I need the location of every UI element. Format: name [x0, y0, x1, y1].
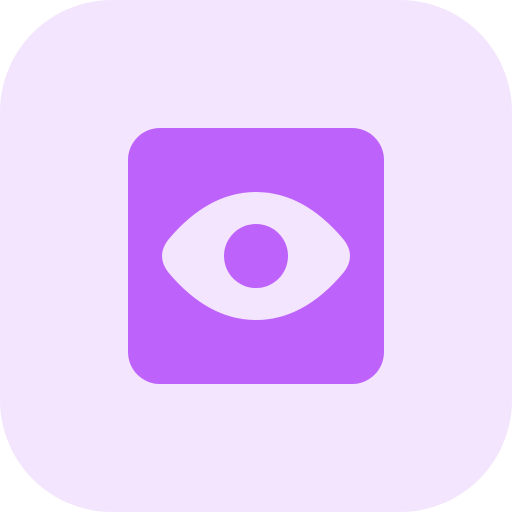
eye-icon [162, 192, 350, 320]
eye-pupil [224, 224, 288, 288]
app-icon-canvas [0, 0, 512, 512]
